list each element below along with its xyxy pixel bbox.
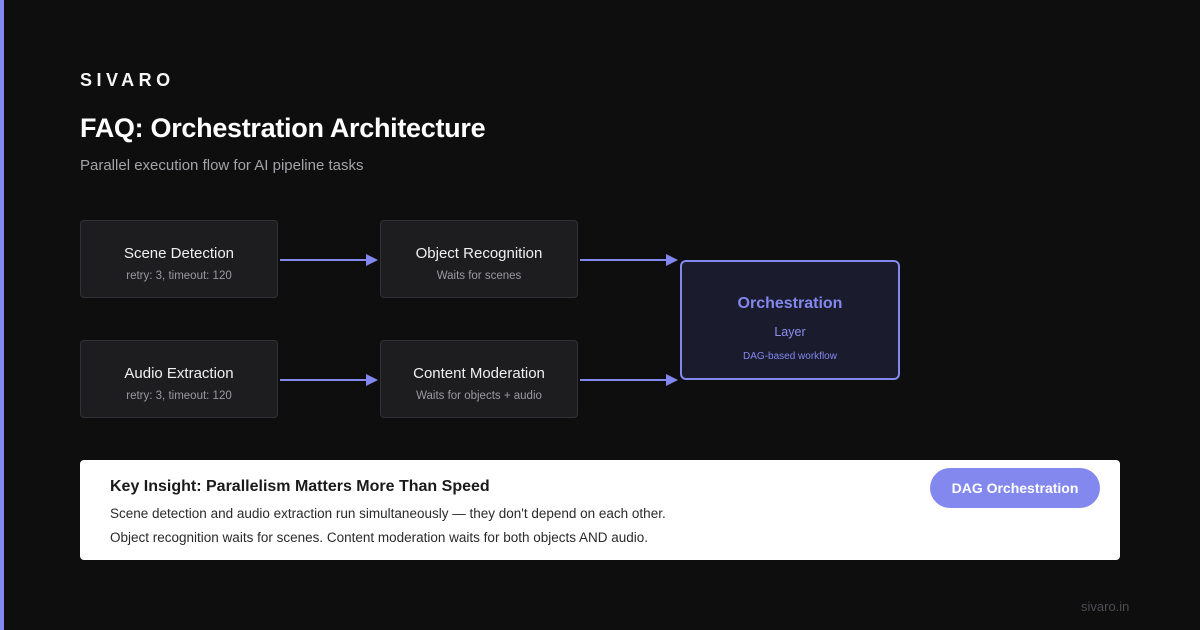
orchestration-subtitle: Layer xyxy=(774,325,806,339)
insight-title: Key Insight: Parallelism Matters More Th… xyxy=(110,478,490,495)
orchestration-layer-node: Orchestration Layer DAG-based workflow xyxy=(680,260,900,380)
dag-orchestration-badge: DAG Orchestration xyxy=(930,468,1100,508)
orchestration-note: DAG-based workflow xyxy=(743,351,837,362)
arrowhead xyxy=(366,254,378,266)
node-title: Audio Extraction xyxy=(124,365,234,382)
orchestration-title: Orchestration xyxy=(737,295,843,312)
node-config: retry: 3, timeout: 120 xyxy=(126,390,232,402)
insight-text-line-2: Object recognition waits for scenes. Con… xyxy=(110,530,649,545)
node-dependency: Waits for scenes xyxy=(436,270,522,282)
node-dependency: Waits for objects + audio xyxy=(416,390,542,402)
arrowhead xyxy=(666,374,678,386)
node-title: Object Recognition xyxy=(415,245,543,262)
node-title: Scene Detection xyxy=(123,245,235,262)
key-insight-card: Key Insight: Parallelism Matters More Th… xyxy=(80,460,1120,560)
node-scene-detection: Scene Detection retry: 3, timeout: 120 xyxy=(80,220,278,298)
arrowhead xyxy=(366,374,378,386)
node-title: Content Moderation xyxy=(413,365,545,382)
node-config: retry: 3, timeout: 120 xyxy=(126,270,232,282)
arrowhead xyxy=(666,254,678,266)
node-audio-extraction: Audio Extraction retry: 3, timeout: 120 xyxy=(80,340,278,418)
insight-text-line-1: Scene detection and audio extraction run… xyxy=(110,506,666,521)
footer-url: sivaro.in xyxy=(1081,599,1130,614)
node-content-moderation: Content Moderation Waits for objects + a… xyxy=(380,340,578,418)
node-object-recognition: Object Recognition Waits for scenes xyxy=(380,220,578,298)
